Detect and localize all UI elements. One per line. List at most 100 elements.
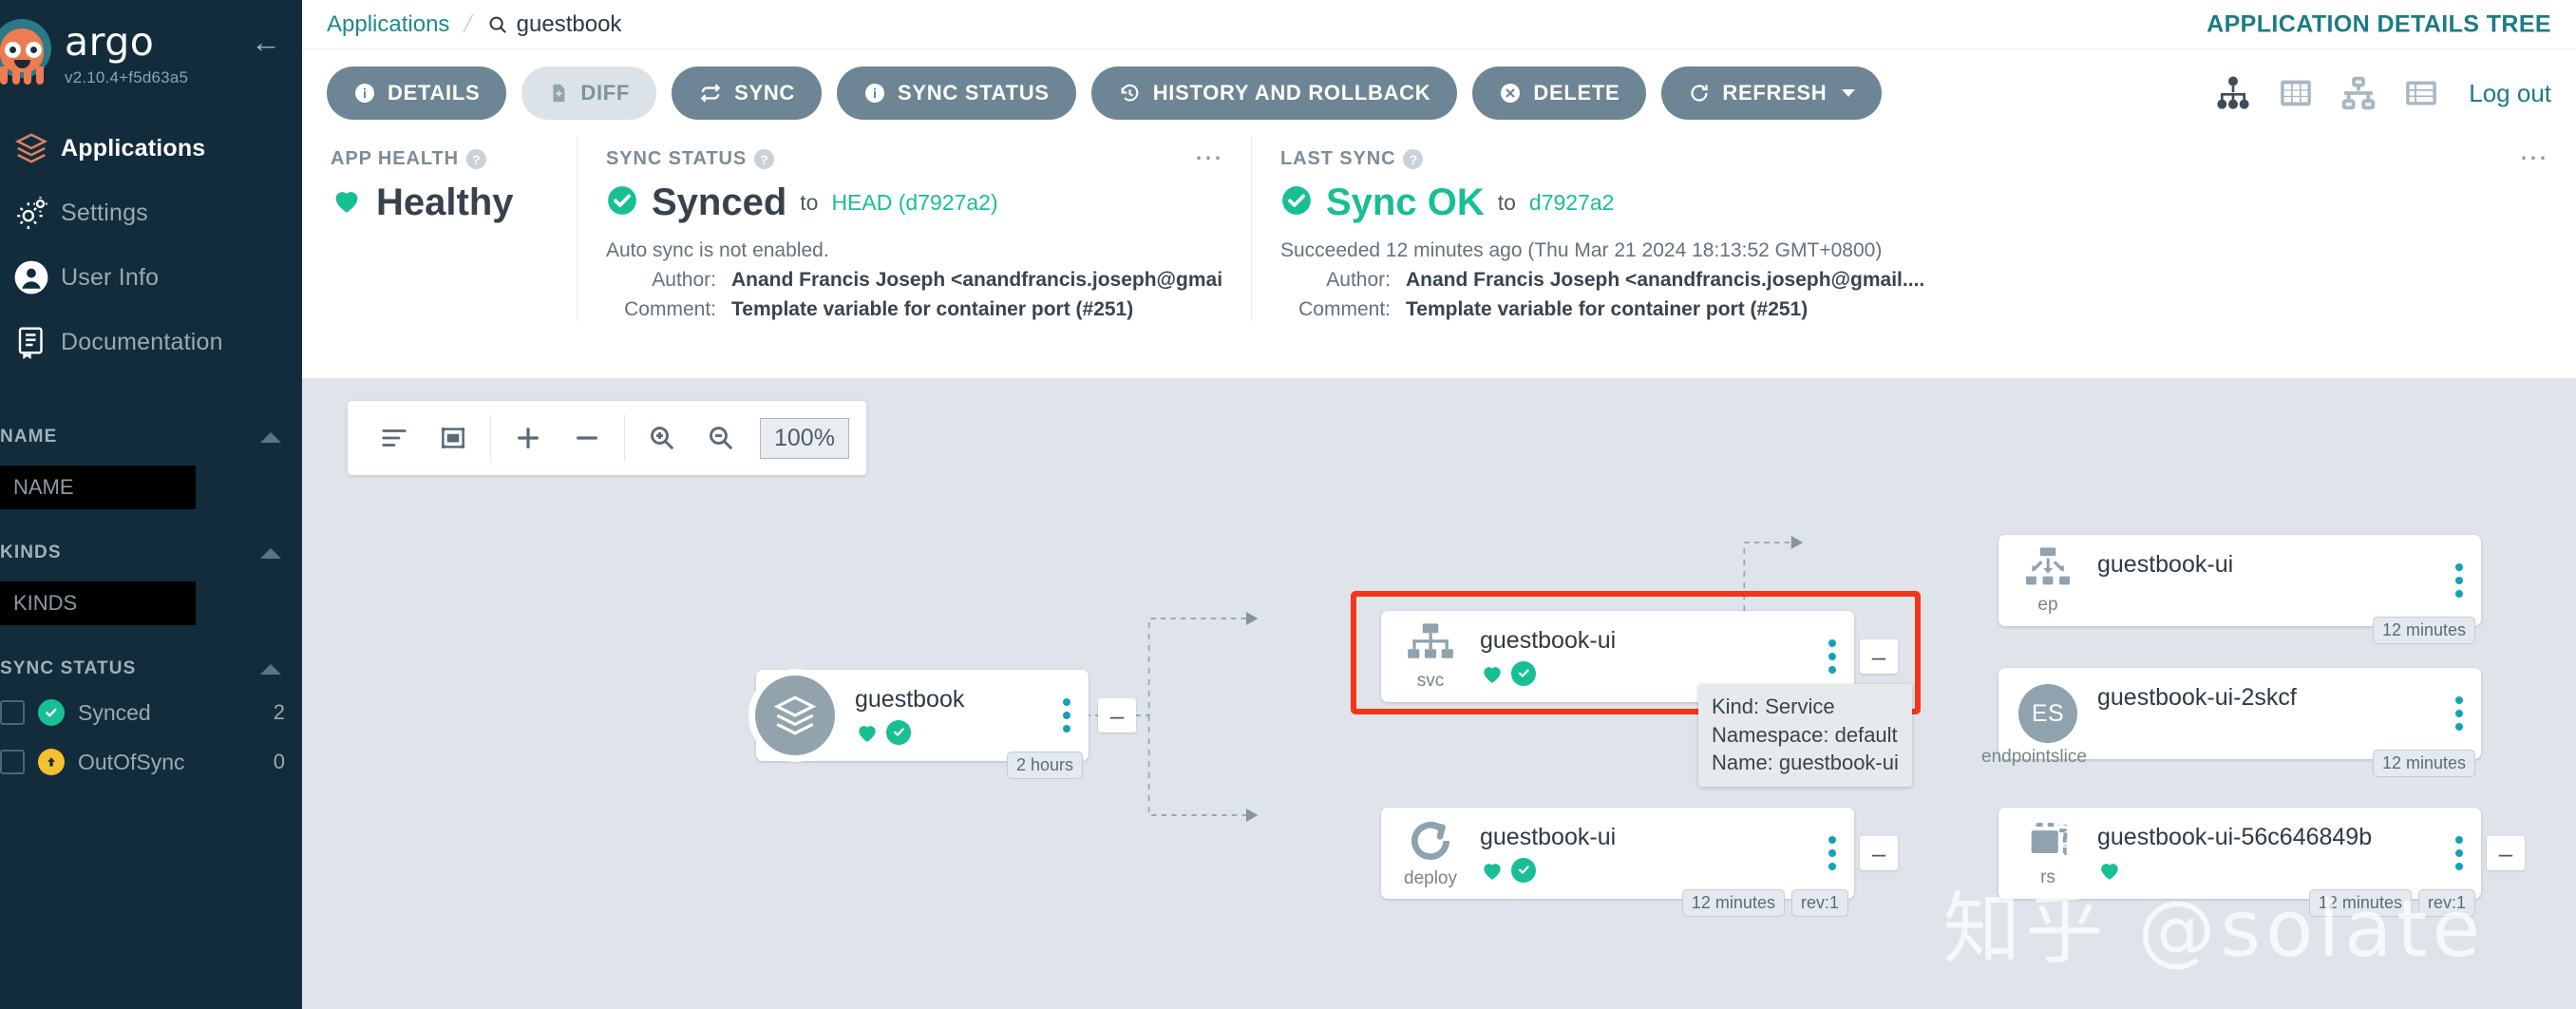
diff-button[interactable]: DIFF xyxy=(521,67,657,120)
close-circle-icon xyxy=(1499,82,1522,105)
node-menu-icon[interactable] xyxy=(1810,836,1854,870)
node-text: guestbook-ui-2skcf xyxy=(2097,684,2437,744)
sync-ok-check-icon xyxy=(1280,184,1313,221)
heart-icon xyxy=(2097,858,2122,883)
node-name: guestbook xyxy=(855,685,965,713)
collapse-children-button[interactable]: – xyxy=(2487,836,2525,870)
breadcrumb-applications[interactable]: Applications xyxy=(327,11,449,38)
last-sync-author-value: Anand Francis Joseph <anandfrancis.josep… xyxy=(1406,269,1925,291)
node-menu-icon[interactable] xyxy=(1810,639,1854,674)
last-sync-revision-link[interactable]: d7927a2 xyxy=(1529,190,1615,216)
node-kind-label: rs xyxy=(2040,867,2055,887)
help-icon[interactable]: ? xyxy=(1403,149,1424,169)
button-label: SYNC xyxy=(734,81,796,105)
sidebar-item-applications[interactable]: Applications xyxy=(0,116,302,181)
node-badge: 12 minutes xyxy=(1681,889,1785,917)
chevron-up-icon[interactable] xyxy=(260,547,281,559)
sidebar-item-documentation[interactable]: Documentation xyxy=(0,310,302,374)
collapse-children-button[interactable]: – xyxy=(1098,698,1136,733)
button-label: DELETE xyxy=(1533,81,1620,105)
last-sync-to-label: to xyxy=(1497,190,1516,215)
filter-row-outofsync[interactable]: OutOfSync 0 xyxy=(0,737,302,787)
button-label: DETAILS xyxy=(388,81,481,105)
sync-status-button[interactable]: SYNC STATUS xyxy=(837,67,1076,120)
layers-round-icon xyxy=(748,669,842,762)
node-badge: rev:1 xyxy=(1790,889,1848,917)
outofsync-checkbox[interactable] xyxy=(0,750,25,774)
synced-check-icon xyxy=(606,184,638,221)
sync-status-title: SYNC STATUS xyxy=(606,148,748,169)
logout-button[interactable]: Log out xyxy=(2469,79,2551,108)
kinds-filter-input[interactable] xyxy=(0,581,196,625)
filter-label: Synced xyxy=(78,699,151,725)
outofsync-status-icon xyxy=(38,749,65,775)
sync-panel-menu-icon[interactable]: ⋯ xyxy=(1194,144,1224,173)
refresh-button[interactable]: REFRESH xyxy=(1661,67,1883,120)
node-text: guestbook-ui xyxy=(1480,824,1810,884)
sidebar-filters: NAME KINDS SYNC STATUS Synced 2 xyxy=(0,418,302,787)
search-icon xyxy=(487,14,508,35)
breadcrumb-current-label: guestbook xyxy=(516,10,622,37)
chevron-up-icon[interactable] xyxy=(260,431,281,443)
sidebar-item-user-info[interactable]: User Info xyxy=(0,245,302,310)
collapse-sidebar-arrow-icon[interactable]: ← xyxy=(251,27,281,57)
node-badges: 12 minutes rev:1 xyxy=(2308,889,2475,917)
sidebar-item-label: Applications xyxy=(61,134,206,162)
delete-button[interactable]: DELETE xyxy=(1472,67,1647,120)
node-status-icons xyxy=(1480,857,1799,884)
graph-node-application[interactable]: guestbook 2 hours xyxy=(748,669,1089,779)
node-badges: 12 minutes xyxy=(2372,750,2475,777)
filter-group-name-header[interactable]: NAME xyxy=(0,418,302,456)
button-label: DIFF xyxy=(580,81,631,105)
button-label: REFRESH xyxy=(1722,81,1828,105)
info-icon xyxy=(863,82,886,105)
es-avatar-icon: ES endpointslice xyxy=(1981,684,2097,767)
sync-to-label: to xyxy=(800,190,819,215)
filter-group-kinds-header[interactable]: KINDS xyxy=(0,534,302,572)
graph-node-rs[interactable]: rs guestbook-ui-56c646849b 12 minutes re… xyxy=(1998,808,2481,917)
synced-checkbox[interactable] xyxy=(0,700,25,725)
node-menu-icon[interactable] xyxy=(2437,563,2481,598)
node-text: guestbook-ui xyxy=(2097,551,2437,611)
graph-node-deploy[interactable]: deploy guestbook-ui 12 minutes rev:1 xyxy=(1381,808,1854,917)
sync-revision-link[interactable]: HEAD (d7927a2) xyxy=(831,190,997,216)
help-icon[interactable]: ? xyxy=(465,149,486,169)
sync-icon xyxy=(698,81,723,105)
graph-node-endpointslice[interactable]: ES endpointslice guestbook-ui-2skcf 12 m… xyxy=(1981,668,2481,777)
node-kind-label: svc xyxy=(1416,671,1445,691)
history-and-rollback-button[interactable]: HISTORY AND ROLLBACK xyxy=(1090,67,1458,120)
filter-row-synced[interactable]: Synced 2 xyxy=(0,688,302,737)
pods-grid-view-toggle[interactable] xyxy=(2277,74,2315,112)
view-mode-toggles: Log out xyxy=(2214,74,2551,112)
resource-tree-canvas[interactable]: 100% guestbook 2 hours – svc guestbook-u… xyxy=(302,378,2576,1009)
last-sync-panel-menu-icon[interactable]: ⋯ xyxy=(2519,144,2549,173)
help-icon[interactable]: ? xyxy=(754,149,775,169)
brand-block: argo v2.10.4+f5d63a5 xyxy=(57,17,188,87)
app-health-value: Healthy xyxy=(376,181,514,223)
sidebar-item-settings[interactable]: Settings xyxy=(0,181,302,245)
chevron-up-icon[interactable] xyxy=(260,663,281,675)
sidebar-nav: Applications Settings User Info Document… xyxy=(0,116,302,374)
collapse-children-button[interactable]: – xyxy=(1860,639,1898,674)
tooltip-line-name: Name: guestbook-ui xyxy=(1712,751,1899,775)
filter-group-sync-status-header[interactable]: SYNC STATUS xyxy=(0,650,302,688)
sync-author-value: Anand Francis Joseph <anandfrancis.josep… xyxy=(731,269,1222,291)
filter-group-title: KINDS xyxy=(0,543,62,562)
breadcrumb-separator: / xyxy=(461,10,476,38)
details-button[interactable]: DETAILS xyxy=(327,67,507,120)
last-sync-title: LAST SYNC xyxy=(1280,148,1396,169)
filter-count: 0 xyxy=(273,750,285,773)
list-view-toggle[interactable] xyxy=(2402,74,2440,112)
heart-icon xyxy=(331,184,363,221)
node-menu-icon[interactable] xyxy=(1045,698,1089,733)
network-view-toggle[interactable] xyxy=(2339,74,2377,112)
sync-button[interactable]: SYNC xyxy=(672,67,823,120)
synced-check-icon xyxy=(1511,660,1536,686)
synced-check-icon xyxy=(1511,857,1536,883)
tree-view-toggle[interactable] xyxy=(2214,74,2252,112)
node-menu-icon[interactable] xyxy=(2437,696,2481,731)
node-menu-icon[interactable] xyxy=(2437,836,2481,870)
graph-node-ep[interactable]: ep guestbook-ui 12 minutes xyxy=(1998,535,2481,644)
collapse-children-button[interactable]: – xyxy=(1860,836,1898,870)
name-filter-input[interactable] xyxy=(0,466,196,509)
